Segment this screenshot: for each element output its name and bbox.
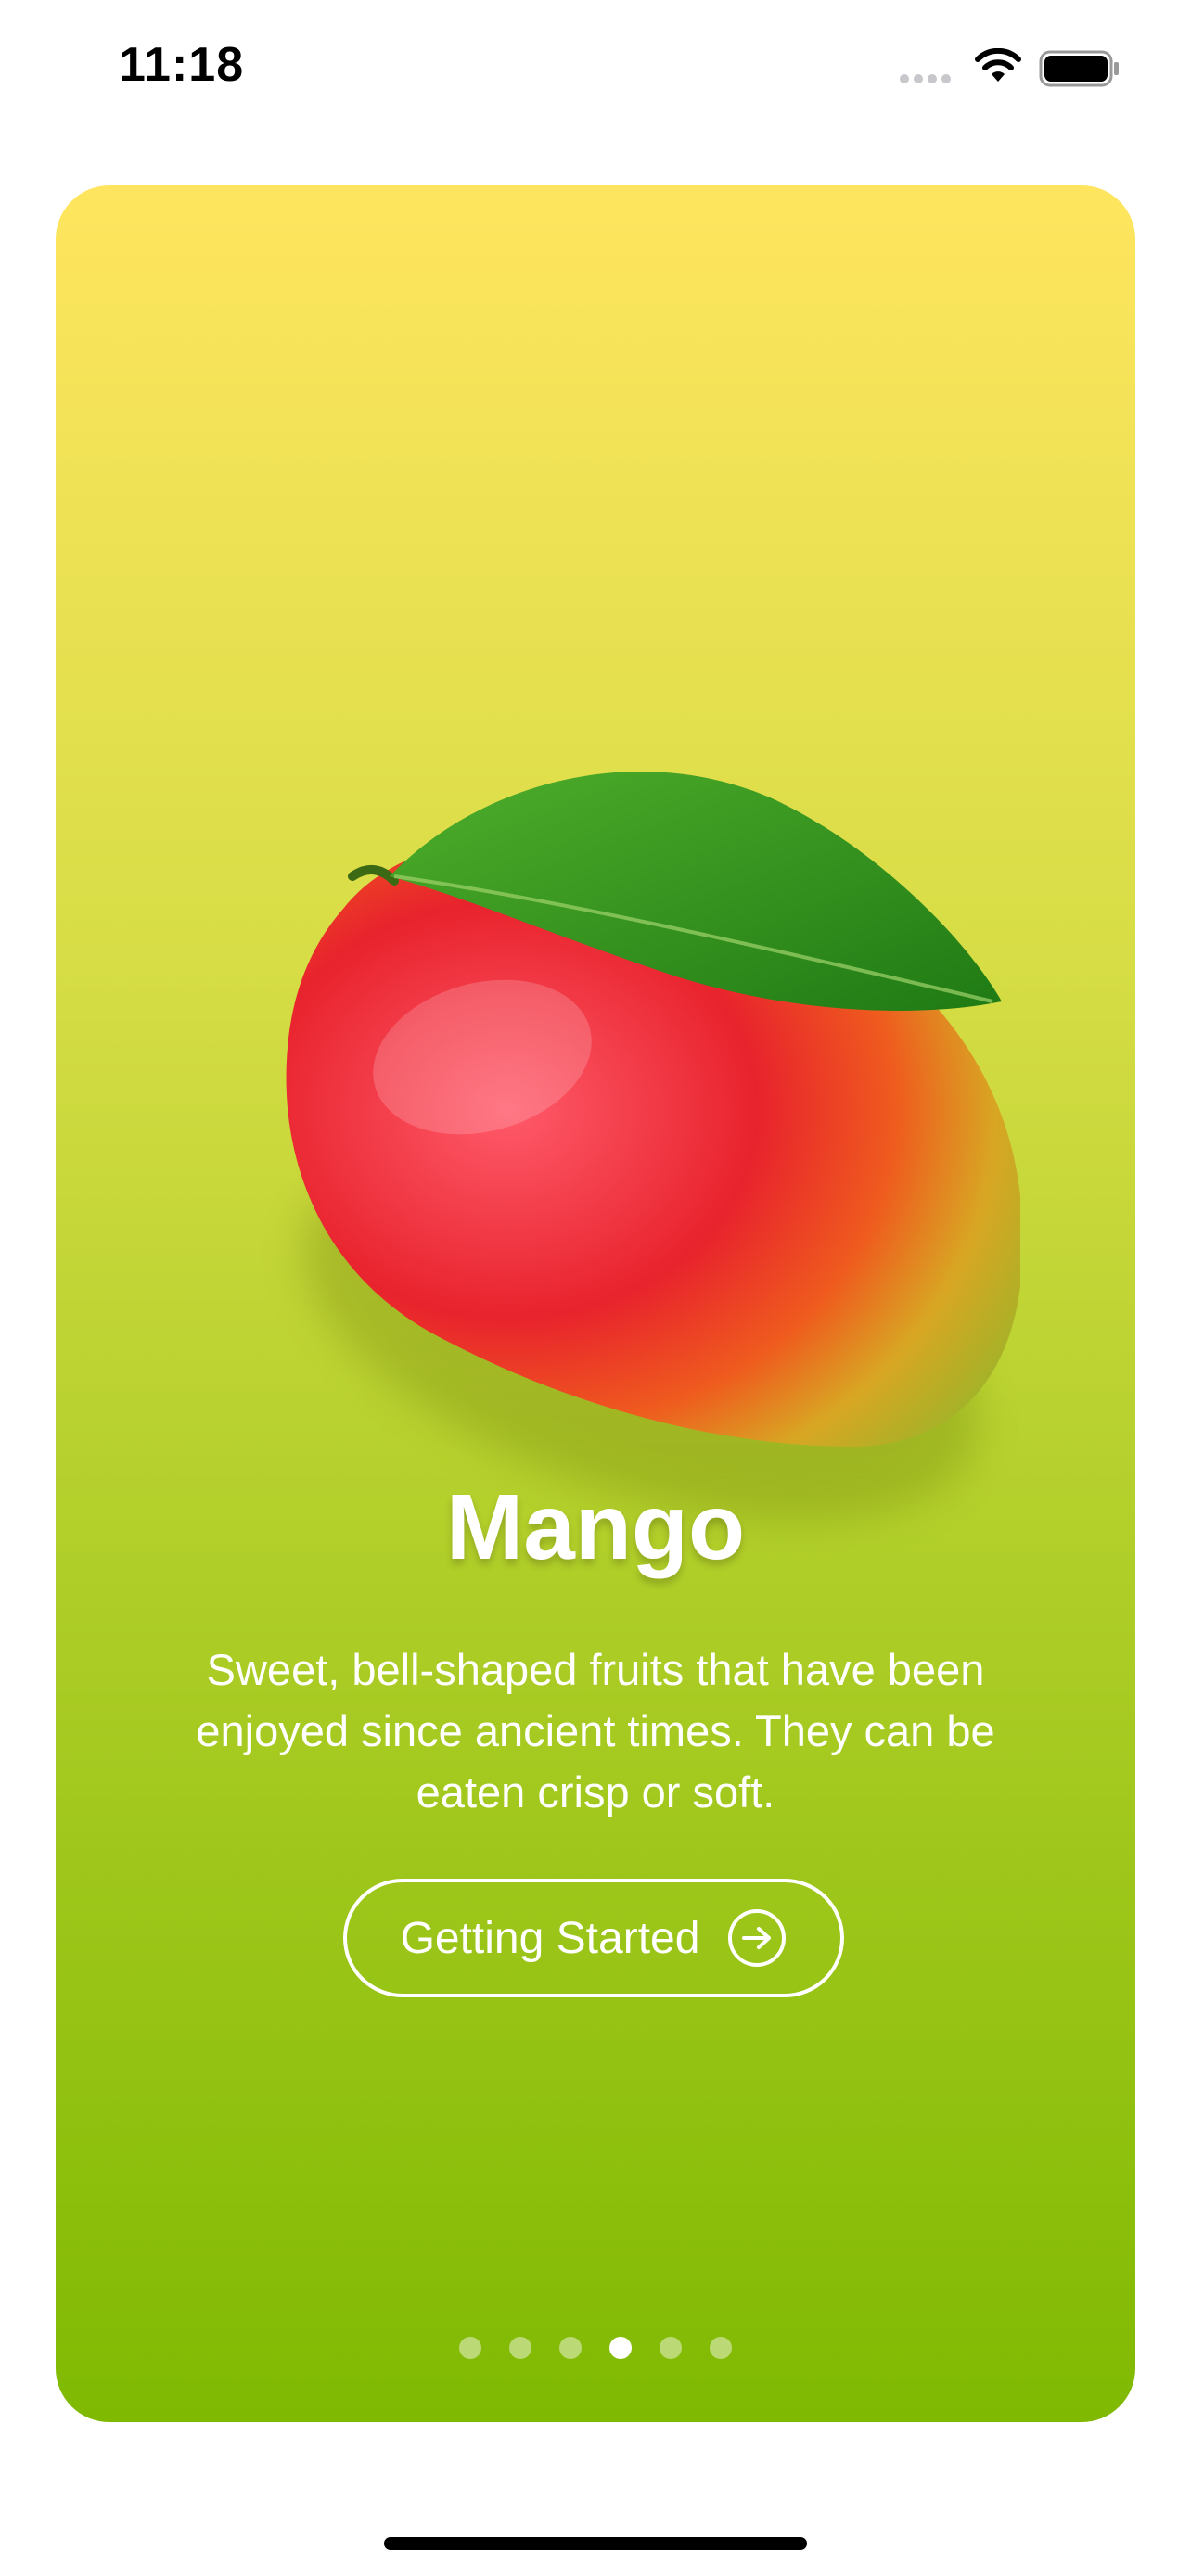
fruit-title: Mango <box>445 1475 746 1579</box>
fruit-description: Sweet, bell-shaped fruits that have been… <box>196 1645 995 1817</box>
page-dot[interactable] <box>509 2337 531 2359</box>
battery-icon <box>1039 50 1119 87</box>
page-indicator[interactable] <box>56 2337 1135 2359</box>
page-dot[interactable] <box>559 2337 582 2359</box>
status-bar: 11:18 <box>0 0 1191 139</box>
page-dot[interactable] <box>710 2337 732 2359</box>
getting-started-label: Getting Started <box>400 1913 700 1963</box>
home-indicator[interactable] <box>384 2537 807 2550</box>
getting-started-button[interactable]: Getting Started <box>343 1879 844 1997</box>
wifi-icon <box>975 48 1021 82</box>
page-dot-active[interactable] <box>609 2337 632 2359</box>
arrow-right-circle-icon <box>728 1909 787 1967</box>
onboarding-card: Mango Sweet, bell-shaped fruits that hav… <box>56 185 1135 2422</box>
page-dot[interactable] <box>660 2337 682 2359</box>
mango-image <box>286 771 1020 1521</box>
cellular-signal-icon <box>900 74 951 83</box>
status-time: 11:18 <box>119 38 245 92</box>
page-dot[interactable] <box>459 2337 481 2359</box>
